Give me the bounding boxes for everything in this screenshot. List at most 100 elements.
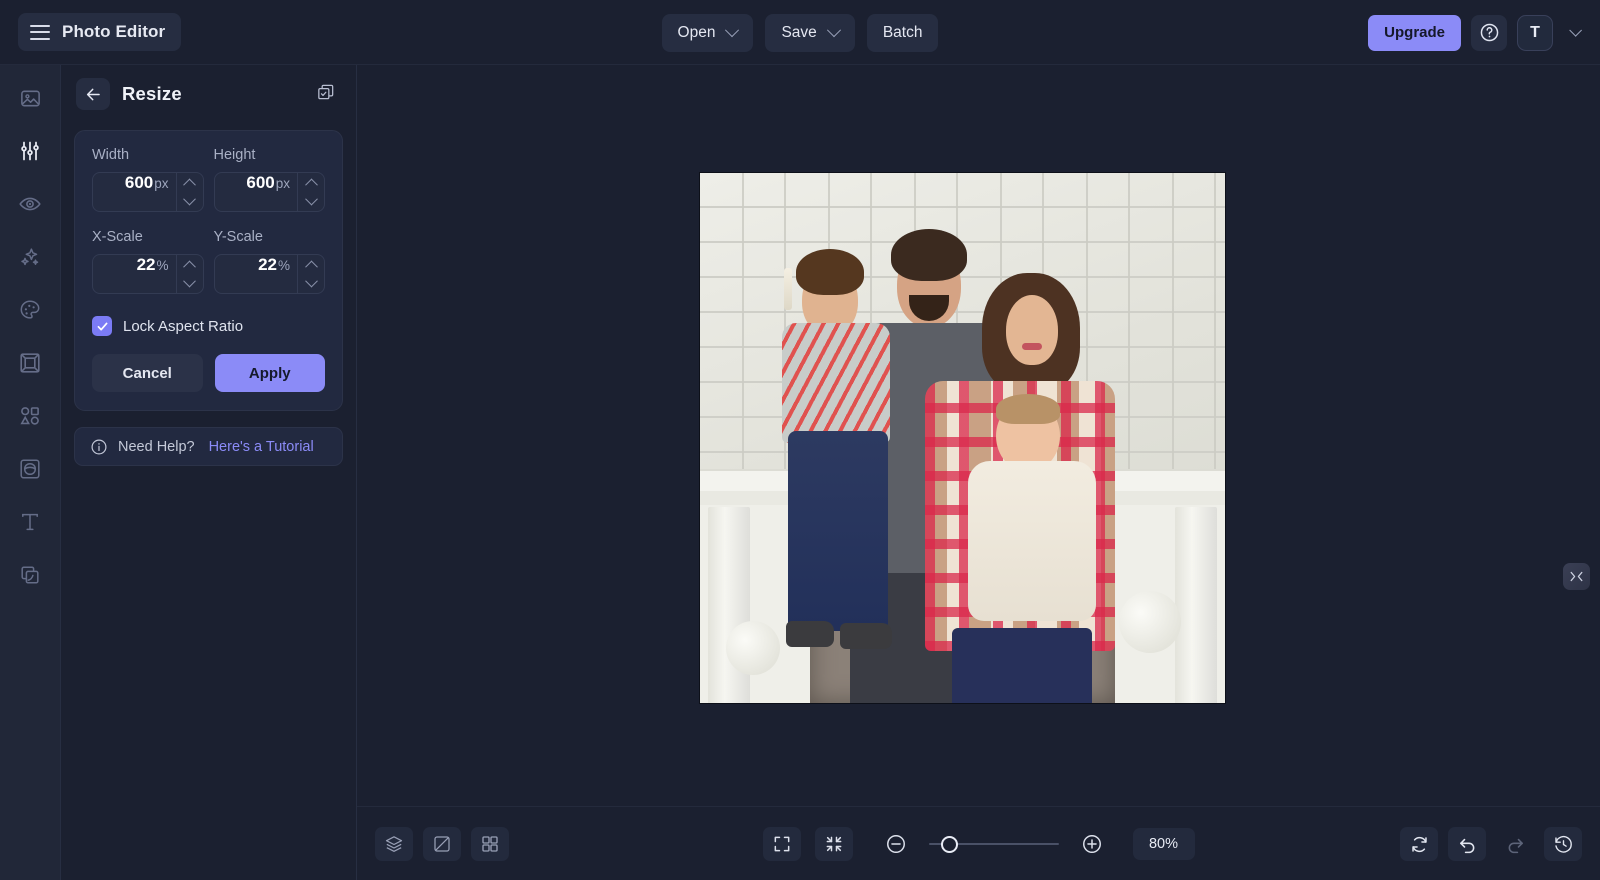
back-button[interactable] bbox=[76, 78, 110, 110]
height-input[interactable]: 600 px bbox=[215, 173, 298, 211]
y-scale-spinner-arrows[interactable] bbox=[297, 255, 324, 293]
y-scale-stepper[interactable]: 22% bbox=[213, 254, 325, 294]
grid-button[interactable] bbox=[471, 827, 509, 861]
sidebar-item-shapes-tool[interactable] bbox=[10, 399, 50, 433]
image-icon bbox=[20, 90, 40, 106]
compare-button[interactable] bbox=[423, 827, 461, 861]
cancel-button[interactable]: Cancel bbox=[92, 354, 203, 392]
x-scale-input[interactable]: 22% bbox=[93, 255, 176, 293]
y-scale-label: Y-Scale bbox=[213, 229, 263, 245]
copy-layers-icon bbox=[318, 84, 334, 99]
bottom-history-tools bbox=[1400, 807, 1582, 880]
tutorial-link[interactable]: Here's a Tutorial bbox=[209, 439, 314, 455]
panel-collapse-handle[interactable] bbox=[1563, 563, 1590, 590]
width-spinner-arrows[interactable] bbox=[175, 173, 203, 211]
x-scale-unit: % bbox=[156, 258, 169, 273]
chevron-down-icon[interactable] bbox=[183, 274, 196, 288]
y-scale-input[interactable]: 22% bbox=[215, 255, 298, 293]
open-menu-button[interactable]: Open bbox=[661, 13, 754, 52]
height-stepper[interactable]: 600 px bbox=[213, 172, 325, 212]
photo-person-mother-head bbox=[982, 273, 1080, 393]
chevron-down-icon bbox=[826, 22, 841, 37]
duplicate-layer-button[interactable] bbox=[316, 82, 336, 107]
lock-aspect-ratio-row[interactable]: Lock Aspect Ratio bbox=[92, 316, 325, 336]
redo-button[interactable] bbox=[1496, 827, 1534, 861]
chevron-up-icon[interactable] bbox=[183, 260, 196, 274]
sidebar-item-effects-tool[interactable] bbox=[10, 240, 50, 274]
sidebar-item-image-tool[interactable] bbox=[10, 81, 50, 115]
image-canvas[interactable] bbox=[700, 173, 1225, 703]
reset-button[interactable] bbox=[1400, 827, 1438, 861]
help-button[interactable] bbox=[1471, 14, 1507, 51]
app-menu-button[interactable]: Photo Editor bbox=[18, 13, 182, 51]
refresh-cycle-icon bbox=[1411, 836, 1427, 852]
height-unit: px bbox=[275, 176, 290, 191]
grid-four-icon bbox=[482, 836, 498, 852]
zoom-slider[interactable] bbox=[928, 835, 1059, 853]
x-scale-stepper[interactable]: 22% bbox=[92, 254, 204, 294]
x-scale-value: 22 bbox=[136, 255, 156, 274]
zoom-in-button[interactable] bbox=[1073, 827, 1111, 861]
save-menu-button[interactable]: Save bbox=[765, 13, 855, 52]
sidebar-item-mask-tool[interactable] bbox=[10, 452, 50, 486]
top-menu-group: Open Save Batch bbox=[0, 0, 1600, 65]
chevron-down-icon bbox=[725, 22, 740, 37]
photo-mantel-column-right bbox=[1175, 507, 1217, 703]
upgrade-button[interactable]: Upgrade bbox=[1368, 14, 1461, 51]
sliders-icon bbox=[21, 141, 39, 161]
zoom-out-button[interactable] bbox=[877, 827, 915, 861]
lock-aspect-ratio-checkbox[interactable] bbox=[92, 316, 112, 336]
sidebar-item-retouch-tool[interactable] bbox=[10, 187, 50, 221]
photo-mantel-ornament-right bbox=[1119, 591, 1181, 653]
sidebar-item-frame-tool[interactable] bbox=[10, 346, 50, 380]
help-text: Need Help? bbox=[118, 438, 195, 455]
photo-editor-app: Photo Editor Open Save Batch Upgrade T R… bbox=[0, 0, 1600, 880]
account-chevron-down-icon[interactable] bbox=[1569, 24, 1582, 37]
photo-person-boy-jeans bbox=[788, 431, 888, 631]
y-scale-field-group: Y-Scale 22% bbox=[213, 229, 325, 294]
canvas-area[interactable] bbox=[357, 65, 1600, 806]
chevron-up-icon[interactable] bbox=[304, 178, 318, 192]
shapes-icon bbox=[20, 407, 39, 425]
fit-screen-button[interactable] bbox=[814, 827, 853, 861]
sidebar-item-adjust-tool[interactable] bbox=[10, 134, 50, 168]
resize-panel: Resize Width 600 px Height 600 px X-Scal… bbox=[61, 65, 357, 880]
chevron-down-icon[interactable] bbox=[304, 274, 318, 288]
chevron-up-icon[interactable] bbox=[304, 260, 318, 274]
help-banner[interactable]: Need Help? Here's a Tutorial bbox=[74, 427, 343, 466]
palette-icon bbox=[20, 300, 40, 319]
minus-circle-icon bbox=[886, 835, 905, 853]
zoom-level-display[interactable]: 80% bbox=[1132, 828, 1195, 860]
y-scale-unit: % bbox=[277, 258, 290, 273]
chevron-down-icon[interactable] bbox=[304, 192, 318, 206]
sidebar-item-paint-tool[interactable] bbox=[10, 293, 50, 327]
x-scale-field-group: X-Scale 22% bbox=[92, 229, 204, 294]
info-circle-icon bbox=[91, 439, 107, 454]
width-input[interactable]: 600 px bbox=[93, 173, 176, 211]
chevron-down-icon[interactable] bbox=[183, 192, 196, 206]
undo-button[interactable] bbox=[1448, 827, 1486, 861]
x-scale-spinner-arrows[interactable] bbox=[175, 255, 203, 293]
sidebar-item-text-tool[interactable] bbox=[10, 505, 50, 539]
panel-action-buttons: Cancel Apply bbox=[92, 354, 325, 392]
arrow-left-icon bbox=[86, 88, 100, 100]
avatar-initial: T bbox=[1530, 23, 1540, 41]
chevron-up-icon[interactable] bbox=[183, 178, 196, 192]
history-button[interactable] bbox=[1544, 827, 1582, 861]
width-stepper[interactable]: 600 px bbox=[92, 172, 204, 212]
sidebar-item-layers-tool[interactable] bbox=[10, 558, 50, 592]
zoom-slider-knob[interactable] bbox=[940, 835, 958, 853]
height-spinner-arrows[interactable] bbox=[297, 173, 324, 211]
apply-button[interactable]: Apply bbox=[214, 354, 325, 392]
height-value: 600 bbox=[246, 173, 275, 192]
compare-split-icon bbox=[434, 836, 450, 852]
batch-button[interactable]: Batch bbox=[866, 13, 939, 52]
app-title: Photo Editor bbox=[62, 22, 166, 41]
avatar[interactable]: T bbox=[1517, 14, 1553, 51]
fullscreen-button[interactable] bbox=[762, 827, 801, 861]
layers-button[interactable] bbox=[375, 827, 413, 861]
photo-person-baby-onesie bbox=[968, 461, 1096, 621]
stacked-layers-icon bbox=[21, 566, 39, 584]
top-bar: Photo Editor Open Save Batch Upgrade T bbox=[0, 0, 1600, 65]
resize-controls-card: Width 600 px Height 600 px X-Scale 22 % … bbox=[74, 130, 343, 411]
